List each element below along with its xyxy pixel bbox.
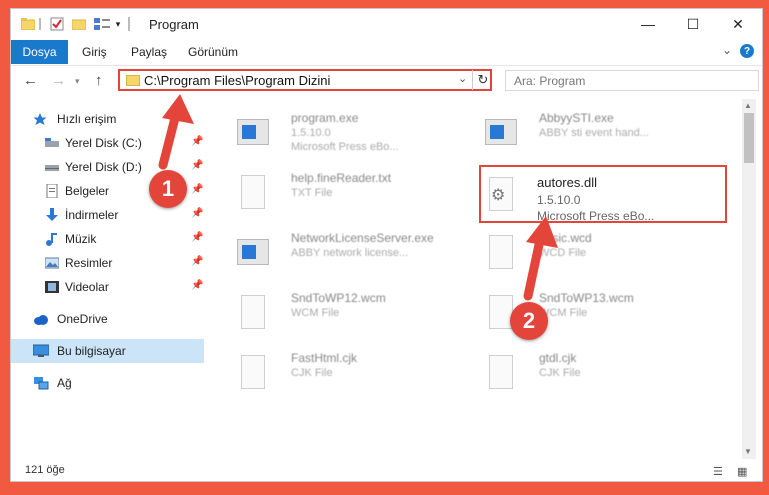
arrow-1 [158, 94, 194, 170]
step-2-badge: 2 [510, 302, 548, 340]
annotation-arrows [158, 94, 558, 301]
arrow-2 [523, 216, 558, 301]
step-1-badge: 1 [149, 170, 187, 208]
